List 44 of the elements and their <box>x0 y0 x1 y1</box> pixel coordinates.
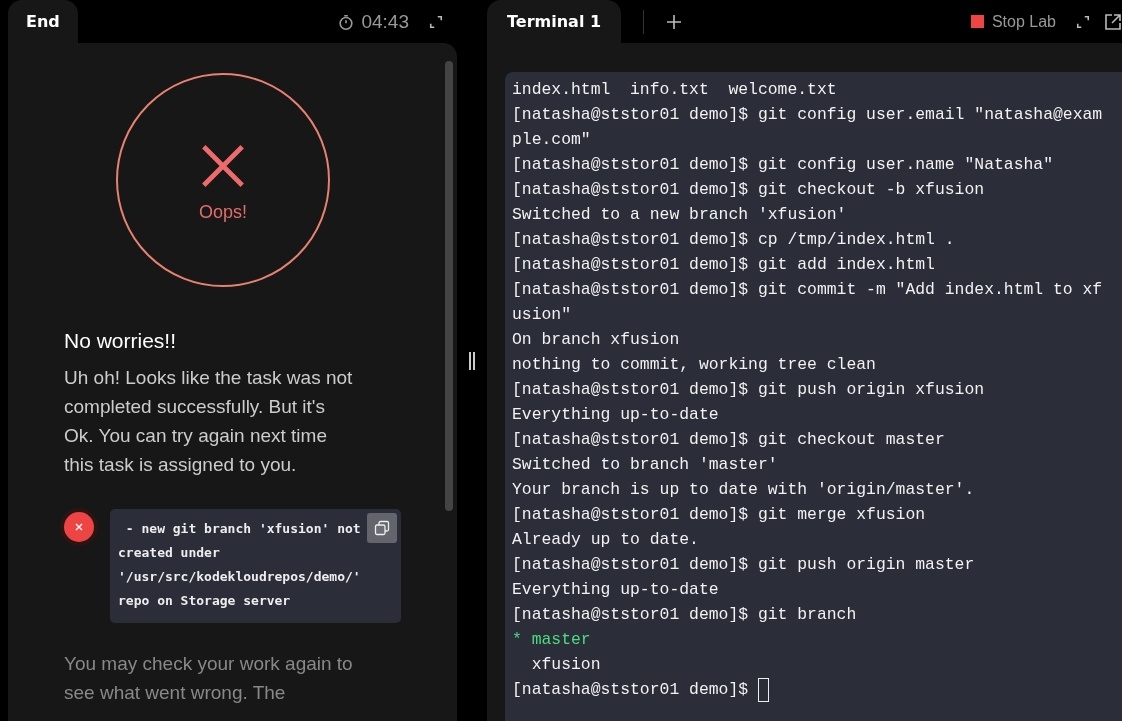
copy-icon <box>374 520 390 536</box>
terminal-line: [natasha@ststor01 demo]$ git config user.email "natasha@example.com" <box>512 105 1103 149</box>
terminal-line: Everything up-to-date <box>512 580 719 599</box>
terminal-line: [natasha@ststor01 demo]$ git push origin master <box>512 555 975 574</box>
terminal-output[interactable] <box>505 72 1122 721</box>
terminal-line: [natasha@ststor01 demo]$ git add index.html <box>512 255 935 274</box>
terminal-line: [natasha@ststor01 demo]$ git merge xfusion <box>512 505 926 524</box>
end-tab[interactable]: End <box>8 0 78 43</box>
terminal-line: [natasha@ststor01 demo]$ git checkout master <box>512 430 945 449</box>
fullscreen-icon[interactable] <box>429 14 443 29</box>
add-icon[interactable] <box>666 13 683 30</box>
copy-button[interactable] <box>367 513 397 543</box>
scrollbar[interactable] <box>445 61 453 511</box>
terminal-line: On branch xfusion <box>512 330 680 349</box>
terminal-line: xfusion <box>530 655 601 674</box>
terminal-line: Already up to date. <box>512 530 699 549</box>
terminal-line: [natasha@ststor01 demo]$ git checkout -b xfusion <box>512 180 985 199</box>
terminal-line: [natasha@ststor01 demo]$ cp /tmp/index.html . <box>512 230 955 249</box>
terminal-line: [natasha@ststor01 demo]$ git branch <box>512 605 857 624</box>
terminal-line: [natasha@ststor01 demo]$ git push origin xfusion <box>512 380 985 399</box>
stop-lab-button[interactable]: Stop Lab <box>970 12 1056 31</box>
countdown-timer: 04:43 <box>361 10 409 33</box>
fullscreen-icon[interactable] <box>1076 14 1090 29</box>
result-heading: No worries!! <box>64 329 178 353</box>
terminal-line: nothing to commit, working tree clean <box>512 355 876 374</box>
terminal-line: Switched to branch 'master' <box>512 455 778 474</box>
terminal-line: Everything up-to-date <box>512 405 719 424</box>
error-icon <box>64 512 94 542</box>
terminal-line: Your branch is up to date with 'origin/master'. <box>512 480 975 499</box>
result-label: Oops! <box>199 201 247 223</box>
text-cursor <box>757 677 769 702</box>
terminal-line: index.html info.txt welcome.txt <box>512 80 837 99</box>
footer-text: You may check your work again to see what went wrong. The <box>64 652 354 705</box>
terminal-line: Switched to a new branch 'xfusion' <box>512 205 847 224</box>
terminal-line: [natasha@ststor01 demo]$ git commit -m "Add index.html to xfusion" <box>512 280 1103 324</box>
stopwatch-icon <box>337 12 356 31</box>
terminal-line: * master <box>512 630 591 649</box>
terminal-line: [natasha@ststor01 demo]$ <box>512 680 750 699</box>
result-message: Uh oh! Looks like the task was not completed successfully. But it's Ok. You can try again next time this task is assigned to you. <box>64 366 354 477</box>
resize-handle[interactable] <box>469 351 475 370</box>
terminal-line: [natasha@ststor01 demo]$ git config user.name "Natasha" <box>512 155 1053 174</box>
terminal-tab[interactable]: Terminal 1 <box>487 0 622 43</box>
error-text: - new git branch 'xfusion' not created under '/usr/src/kodekloudrepos/demo/' repo on Storage server <box>118 520 361 610</box>
external-link-icon[interactable] <box>1104 12 1122 31</box>
